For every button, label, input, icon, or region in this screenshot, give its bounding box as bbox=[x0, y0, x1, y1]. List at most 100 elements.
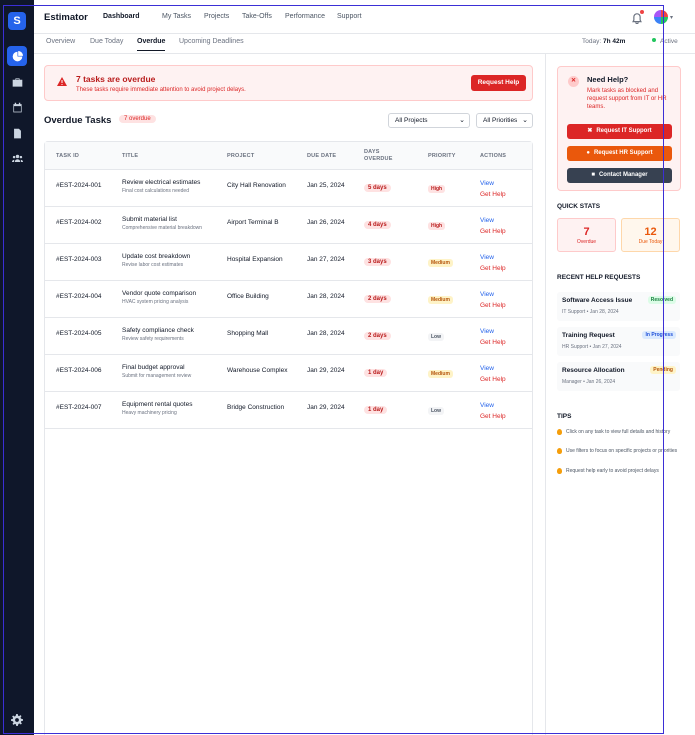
tip-text: Request help early to avoid project dela… bbox=[566, 468, 659, 474]
tools-icon: ✖ bbox=[587, 128, 593, 134]
contact-manager-button[interactable]: ■ Contact Manager bbox=[567, 168, 672, 183]
header-actions: ACTIONS bbox=[480, 153, 507, 159]
recent-requests-heading: RECENT HELP REQUESTS bbox=[557, 274, 641, 281]
status-indicator: Active bbox=[652, 38, 678, 45]
request-it-support-button[interactable]: ✖ Request IT Support bbox=[567, 124, 672, 139]
nav-support[interactable]: Support bbox=[337, 13, 362, 20]
help-request-item[interactable]: Software Access Issue IT Support • Jan 2… bbox=[557, 292, 680, 321]
nav-projects[interactable]: Projects bbox=[204, 13, 229, 20]
chevron-down-icon: ⌄ bbox=[522, 117, 528, 124]
view-task-link[interactable]: View bbox=[480, 402, 494, 409]
get-help-link[interactable]: Get Help bbox=[480, 413, 506, 420]
tab-overdue[interactable]: Overdue bbox=[137, 38, 166, 51]
request-meta: HR Support • Jan 27, 2024 bbox=[562, 344, 622, 350]
task-project: Warehouse Complex bbox=[227, 367, 288, 374]
help-request-item[interactable]: Training Request HR Support • Jan 27, 20… bbox=[557, 327, 680, 356]
table-row[interactable]: #EST-2024-003 Update cost breakdown Revise… bbox=[45, 244, 532, 281]
get-help-link[interactable]: Get Help bbox=[480, 376, 506, 383]
help-request-item[interactable]: Resource Allocation Manager • Jan 26, 20… bbox=[557, 362, 680, 391]
notification-dot bbox=[640, 10, 644, 14]
task-project: Hospital Expansion bbox=[227, 256, 283, 263]
table-row[interactable]: #EST-2024-004 Vendor quote comparison HVAC… bbox=[45, 281, 532, 318]
chevron-down-icon[interactable]: ▾ bbox=[670, 14, 673, 21]
tab-upcoming-deadlines[interactable]: Upcoming Deadlines bbox=[179, 38, 244, 50]
task-subtitle: Heavy machinery pricing bbox=[122, 410, 177, 416]
view-task-link[interactable]: View bbox=[480, 365, 494, 372]
get-help-link[interactable]: Get Help bbox=[480, 265, 506, 272]
team-icon[interactable] bbox=[7, 148, 27, 168]
task-title-cell: Update cost breakdown Revise labor cost e… bbox=[122, 253, 212, 268]
get-help-link[interactable]: Get Help bbox=[480, 191, 506, 198]
days-overdue-badge: 1 day bbox=[364, 369, 388, 377]
view-task-link[interactable]: View bbox=[480, 328, 494, 335]
task-title-cell: Equipment rental quotes Heavy machinery p… bbox=[122, 401, 212, 416]
get-help-link[interactable]: Get Help bbox=[480, 339, 506, 346]
tip-text: Use filters to focus on specific project… bbox=[566, 448, 678, 454]
request-hr-support-button[interactable]: ● Request HR Support bbox=[567, 146, 672, 161]
days-overdue-badge: 3 days bbox=[364, 258, 391, 266]
briefcase-icon[interactable] bbox=[7, 72, 27, 92]
dashboard-nav-icon[interactable] bbox=[7, 46, 27, 66]
calendar-icon[interactable] bbox=[7, 97, 27, 117]
task-id: #EST-2024-003 bbox=[56, 256, 102, 263]
get-help-link[interactable]: Get Help bbox=[480, 228, 506, 235]
notification-bell-icon[interactable] bbox=[632, 10, 644, 25]
app-logo[interactable]: S bbox=[8, 12, 26, 30]
task-id: #EST-2024-006 bbox=[56, 367, 102, 374]
task-due-date: Jan 29, 2024 bbox=[307, 367, 345, 374]
task-title-cell: Vendor quote comparison HVAC system prici… bbox=[122, 290, 212, 305]
task-subtitle: Comprehensive material breakdown bbox=[122, 225, 203, 231]
project-filter-value: All Projects bbox=[395, 117, 428, 124]
task-due-date: Jan 28, 2024 bbox=[307, 293, 345, 300]
user-avatar[interactable] bbox=[654, 10, 668, 24]
need-help-description: Mark tasks as blocked and request suppor… bbox=[587, 88, 667, 110]
task-id: #EST-2024-005 bbox=[56, 330, 102, 337]
tab-overview[interactable]: Overview bbox=[46, 38, 75, 50]
task-project: City Hall Renovation bbox=[227, 182, 286, 189]
view-task-link[interactable]: View bbox=[480, 291, 494, 298]
get-help-link[interactable]: Get Help bbox=[480, 302, 506, 309]
lightbulb-icon bbox=[557, 448, 562, 454]
due-today-stat-label: Due Today bbox=[638, 239, 663, 245]
tip-item: Click on any task to view full details a… bbox=[557, 429, 682, 436]
nav-performance[interactable]: Performance bbox=[285, 13, 325, 20]
task-due-date: Jan 26, 2024 bbox=[307, 219, 345, 226]
priority-filter-select[interactable]: All Priorities ⌄ bbox=[476, 113, 533, 128]
tab-due-today[interactable]: Due Today bbox=[90, 38, 123, 50]
task-title: Equipment rental quotes bbox=[122, 401, 193, 408]
table-row[interactable]: #EST-2024-005 Safety compliance check Revi… bbox=[45, 318, 532, 355]
project-filter-select[interactable]: All Projects ⌄ bbox=[388, 113, 470, 128]
table-row[interactable]: #EST-2024-006 Final budget approval Submit… bbox=[45, 355, 532, 392]
section-title: Overdue Tasks bbox=[44, 115, 112, 126]
file-invoice-icon[interactable] bbox=[7, 123, 27, 143]
task-title: Vendor quote comparison bbox=[122, 290, 197, 297]
priority-badge: High bbox=[428, 185, 446, 193]
view-task-link[interactable]: View bbox=[480, 254, 494, 261]
task-project: Office Building bbox=[227, 293, 269, 300]
days-overdue-badge: 1 day bbox=[364, 406, 388, 414]
settings-gear-icon[interactable] bbox=[11, 713, 23, 731]
table-row[interactable]: #EST-2024-002 Submit material list Compreh… bbox=[45, 207, 532, 244]
table-row[interactable]: #EST-2024-007 Equipment rental quotes Heav… bbox=[45, 392, 532, 429]
nav-my-tasks[interactable]: My Tasks bbox=[162, 13, 191, 20]
block-icon bbox=[568, 76, 579, 87]
request-title: Software Access Issue bbox=[562, 297, 633, 304]
overdue-stat-value: 7 bbox=[583, 226, 590, 238]
warning-icon bbox=[57, 77, 67, 86]
days-overdue-badge: 4 days bbox=[364, 221, 391, 229]
top-navigation: Estimator Dashboard My Tasks Projects Ta… bbox=[34, 0, 695, 34]
view-task-link[interactable]: View bbox=[480, 180, 494, 187]
priority-badge: Medium bbox=[428, 296, 453, 304]
view-task-link[interactable]: View bbox=[480, 217, 494, 224]
task-id: #EST-2024-002 bbox=[56, 219, 102, 226]
nav-dashboard[interactable]: Dashboard bbox=[103, 13, 140, 20]
header-title: TITLE bbox=[122, 153, 139, 159]
header-due-date: DUE DATE bbox=[307, 153, 337, 159]
today-value: 7h 42m bbox=[602, 38, 626, 45]
task-project: Bridge Construction bbox=[227, 404, 285, 411]
request-help-button[interactable]: Request Help bbox=[471, 75, 526, 91]
nav-take-offs[interactable]: Take-Offs bbox=[242, 13, 272, 20]
table-row[interactable]: #EST-2024-001 Review electrical estimates… bbox=[45, 170, 532, 207]
overdue-count-badge: 7 overdue bbox=[119, 115, 156, 123]
lightbulb-icon bbox=[557, 429, 562, 435]
